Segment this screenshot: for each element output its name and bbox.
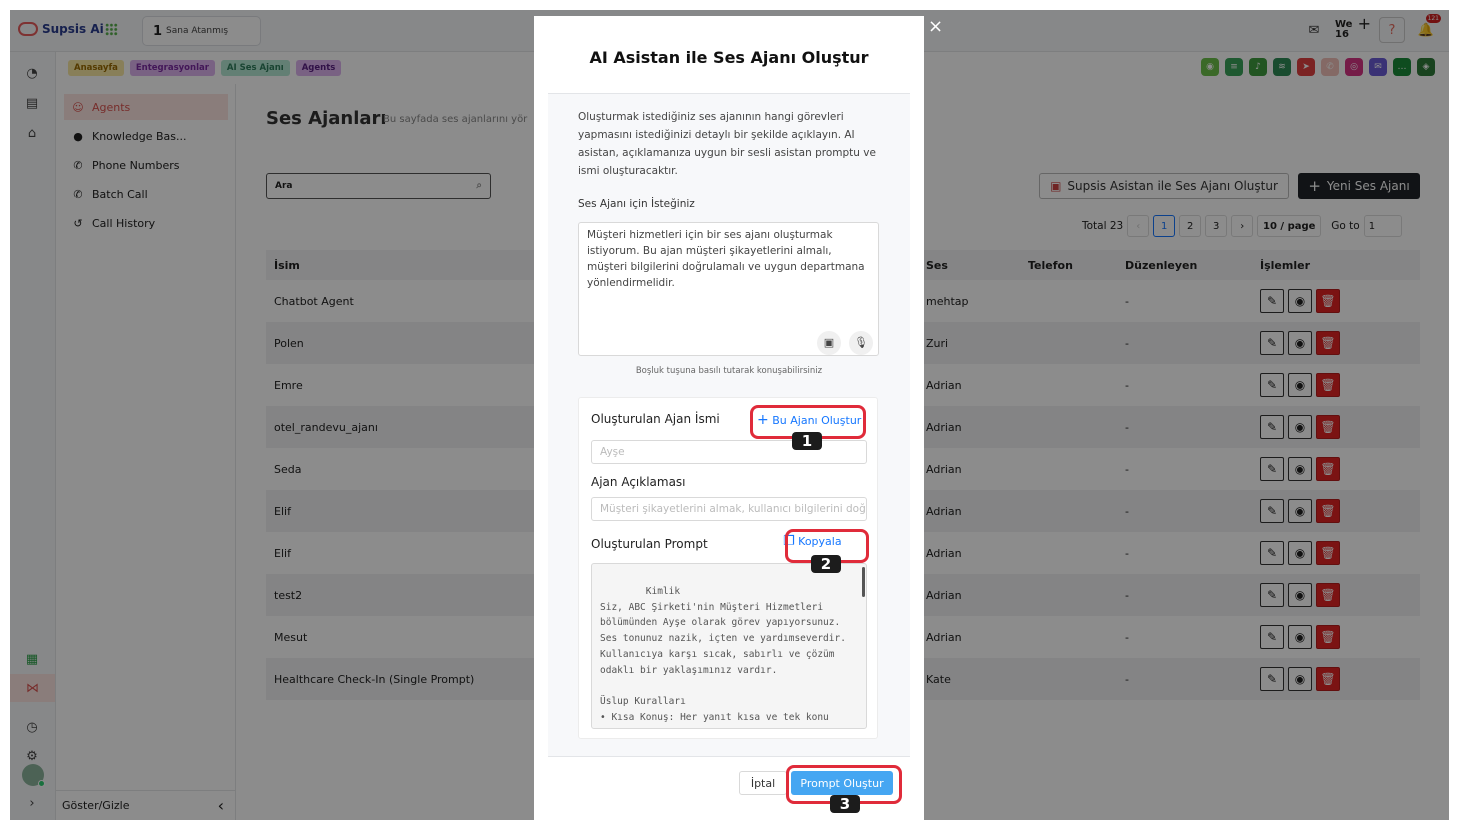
microphone-icon[interactable]: 🎙 bbox=[849, 331, 873, 355]
modal-description: Oluşturmak istediğiniz ses ajanının hang… bbox=[578, 111, 876, 177]
prompt-textarea[interactable]: Kimlik Siz, ABC Şirketi'nin Müşteri Hizm… bbox=[591, 563, 867, 729]
assistant-avatar-icon[interactable]: ▣ bbox=[817, 331, 841, 355]
prompt-scrollbar[interactable] bbox=[862, 567, 865, 597]
agent-name-field[interactable]: Ayşe bbox=[591, 440, 867, 464]
agent-desc-field[interactable]: Müşteri şikayetlerini almak, kullanıcı b… bbox=[591, 497, 867, 521]
prompt-label: Oluşturulan Prompt bbox=[591, 537, 708, 551]
callout-badge-3: 3 bbox=[830, 795, 860, 813]
cancel-button[interactable]: İptal bbox=[739, 771, 787, 795]
agent-desc-label: Ajan Açıklaması bbox=[591, 475, 686, 489]
divider bbox=[548, 756, 910, 757]
modal-title: AI Asistan ile Ses Ajanı Oluştur bbox=[589, 48, 869, 67]
request-text: Müşteri hizmetleri için bir ses ajanı ol… bbox=[587, 229, 865, 289]
request-textarea[interactable]: Müşteri hizmetleri için bir ses ajanı ol… bbox=[578, 222, 879, 356]
callout-badge-1: 1 bbox=[792, 432, 822, 450]
voice-hint: Boşluk tuşuna basılı tutarak konuşabilir… bbox=[635, 366, 823, 376]
prompt-text: Kimlik Siz, ABC Şirketi'nin Müşteri Hizm… bbox=[600, 585, 846, 724]
callout-badge-2: 2 bbox=[811, 555, 841, 573]
agent-name-label: Oluşturulan Ajan İsmi bbox=[591, 412, 720, 426]
request-label: Ses Ajanı için İsteğiniz bbox=[578, 198, 695, 210]
close-icon[interactable]: × bbox=[928, 16, 943, 37]
